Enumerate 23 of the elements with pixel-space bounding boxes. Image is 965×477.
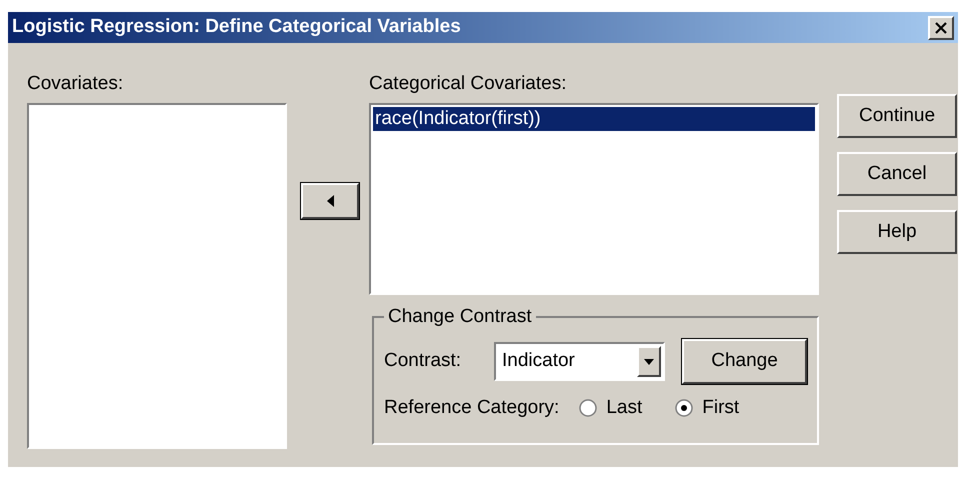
radio-label: Last [606,396,642,420]
close-button[interactable] [928,16,954,40]
dialog-button[interactable]: Cancel [837,152,957,196]
dialog-button[interactable]: Help [837,210,957,254]
radio-label: First [702,396,740,420]
close-icon [935,22,947,34]
categorical-covariates-list[interactable]: race(Indicator(first)) [369,102,819,294]
dialog-button[interactable]: Continue [837,94,957,138]
window-title: Logistic Regression: Define Categorical Variables [12,15,461,40]
reference-category-label: Reference Category: [384,396,560,420]
covariates-label: Covariates: [27,72,124,96]
categorical-covariates-label: Categorical Covariates: [369,72,568,96]
contrast-dropdown[interactable]: Indicator [494,342,665,381]
left-arrow-icon [326,195,334,207]
caret-icon [644,358,654,364]
dropdown-button[interactable] [637,346,661,377]
list-item[interactable]: race(Indicator(first)) [373,106,815,130]
group-title: Change Contrast [387,304,533,328]
move-button[interactable] [301,183,359,219]
radio-button[interactable] [579,399,598,418]
change-button[interactable]: Change [682,339,807,384]
contrast-label: Contrast: [384,349,462,374]
radio-button[interactable] [675,399,694,418]
